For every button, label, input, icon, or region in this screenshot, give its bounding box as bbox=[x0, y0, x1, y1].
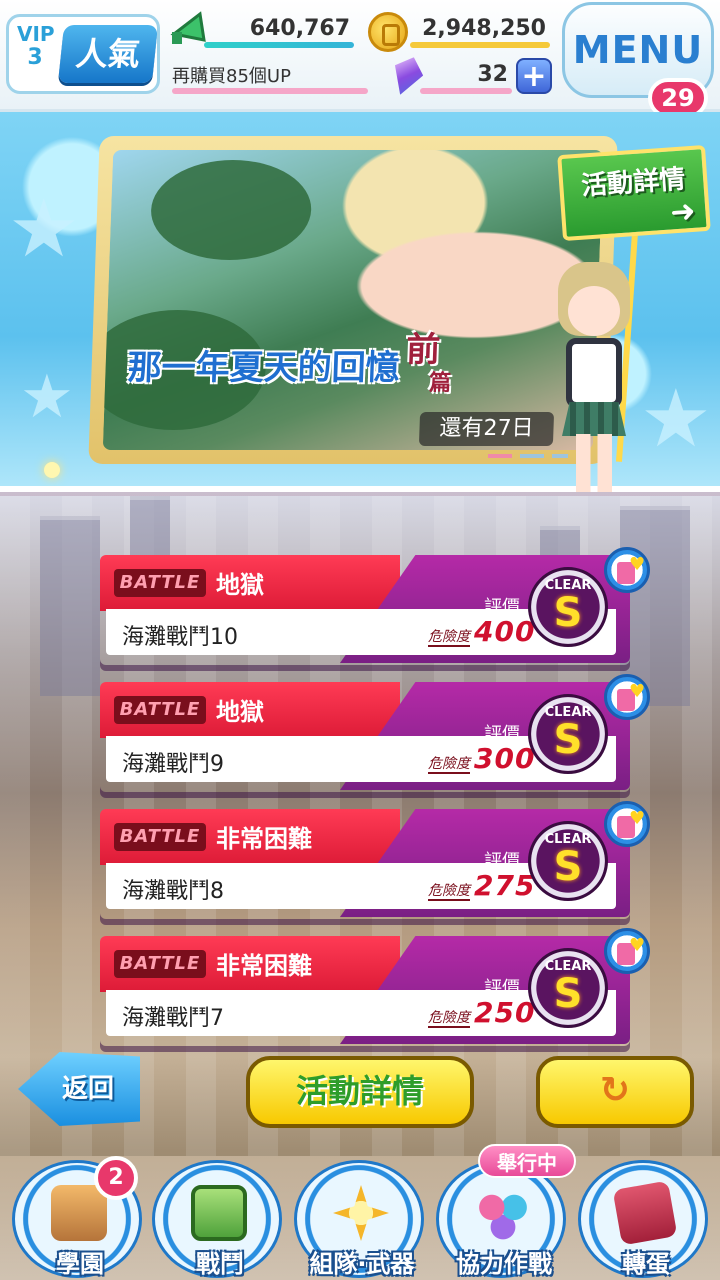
chibi-skirt bbox=[562, 402, 626, 436]
event-banner[interactable]: 那一年夏天的回憶 前 篇 還有27日 bbox=[88, 136, 618, 464]
purchase-note-text: 再購買85個UP bbox=[172, 66, 291, 87]
battle-difficulty: 地獄 bbox=[216, 571, 264, 599]
battle-icon bbox=[191, 1185, 247, 1241]
top-status-bar: VIP 3 人氣 640,767 2,948,250 再購買85個UP 32 +… bbox=[0, 0, 720, 118]
star-decoration: ★ bbox=[20, 362, 74, 432]
days-left-label: 還有27日 bbox=[418, 412, 555, 446]
reward-book-icon[interactable] bbox=[604, 547, 650, 593]
vip-level: 3 bbox=[27, 45, 43, 70]
coin-count: 2,948,250 bbox=[422, 16, 546, 41]
battle-tag: BATTLE bbox=[114, 569, 206, 597]
battle-tag: BATTLE bbox=[114, 950, 206, 978]
refresh-button[interactable]: ↻ bbox=[536, 1056, 694, 1128]
fans-count: 640,767 bbox=[249, 16, 350, 41]
danger-label: 危險度 bbox=[428, 756, 470, 774]
reward-book-icon[interactable] bbox=[604, 928, 650, 974]
clear-rank-badge: CLEAR S bbox=[528, 694, 608, 774]
nav-gacha-label: 轉蛋 bbox=[622, 1250, 670, 1278]
battle-tag: BATTLE bbox=[114, 696, 206, 724]
coop-icon bbox=[475, 1185, 531, 1241]
star-decoration: ★ bbox=[8, 182, 80, 275]
clear-grade: S bbox=[553, 590, 583, 636]
battle-name: 海灘戰鬥7 bbox=[122, 1006, 224, 1031]
danger-label: 危險度 bbox=[428, 629, 470, 647]
nav-coop-label: 協力作戰 bbox=[456, 1250, 552, 1278]
danger-value: 400 bbox=[474, 615, 536, 648]
star-decoration: ★ bbox=[640, 372, 712, 465]
nav-battle[interactable]: 戰鬥 bbox=[152, 1160, 282, 1278]
palm-tree-graphic bbox=[149, 160, 313, 260]
danger-level: 危險度 400 bbox=[428, 615, 535, 648]
add-gems-button[interactable]: + bbox=[516, 58, 552, 94]
danger-label: 危險度 bbox=[428, 883, 470, 901]
battle-difficulty: 地獄 bbox=[216, 698, 264, 726]
chibi-body bbox=[566, 338, 622, 408]
clear-rank-badge: CLEAR S bbox=[528, 948, 608, 1028]
reward-book-icon[interactable] bbox=[604, 674, 650, 720]
nav-team-weapon[interactable]: 組隊·武器 bbox=[294, 1160, 424, 1278]
fans-bar bbox=[204, 42, 354, 48]
fans-stat: 640,767 bbox=[186, 16, 354, 48]
popularity-button[interactable]: 人氣 bbox=[57, 25, 159, 83]
danger-level: 危險度 275 bbox=[428, 869, 535, 902]
team-weapon-icon bbox=[333, 1185, 389, 1241]
chibi-character bbox=[552, 262, 636, 494]
danger-value: 275 bbox=[474, 869, 536, 902]
danger-label: 危險度 bbox=[428, 1010, 470, 1028]
clear-rank-badge: CLEAR S bbox=[528, 821, 608, 901]
building-graphic bbox=[40, 516, 100, 696]
coin-bar bbox=[410, 42, 550, 48]
gacha-icon bbox=[612, 1180, 678, 1246]
academy-notification-badge: 2 bbox=[94, 1156, 138, 1200]
nav-battle-label: 戰鬥 bbox=[196, 1250, 244, 1278]
event-part-suffix: 篇 bbox=[428, 371, 452, 396]
purchase-bar bbox=[172, 88, 368, 94]
sparkle-icon bbox=[44, 462, 60, 478]
event-part: 前 篇 bbox=[405, 322, 454, 397]
reward-book-icon[interactable] bbox=[604, 801, 650, 847]
battle-stage-item[interactable]: BATTLE 非常困難 海灘戰鬥7 評價 危險度 250 CLEAR S bbox=[100, 928, 650, 1046]
clear-rank-badge: CLEAR S bbox=[528, 567, 608, 647]
event-title: 那一年夏天的回憶 bbox=[126, 348, 401, 388]
banner-page-indicator bbox=[488, 454, 568, 458]
nav-team-weapon-label: 組隊·武器 bbox=[309, 1250, 415, 1278]
danger-value: 250 bbox=[474, 996, 536, 1029]
battle-name: 海灘戰鬥10 bbox=[122, 625, 238, 650]
battle-difficulty: 非常困難 bbox=[216, 825, 312, 853]
clear-grade: S bbox=[553, 844, 583, 890]
danger-level: 危險度 300 bbox=[428, 742, 535, 775]
vip-panel[interactable]: VIP 3 人氣 bbox=[6, 14, 160, 94]
event-ongoing-tag: 舉行中 bbox=[478, 1144, 576, 1178]
battle-stage-item[interactable]: BATTLE 地獄 海灘戰鬥10 評價 危險度 400 CLEAR S bbox=[100, 547, 650, 665]
nav-academy-label: 學園 bbox=[56, 1250, 104, 1278]
battle-stage-item[interactable]: BATTLE 非常困難 海灘戰鬥8 評價 危險度 275 CLEAR S bbox=[100, 801, 650, 919]
event-detail-button[interactable]: 活動詳情 bbox=[246, 1056, 474, 1128]
chibi-face bbox=[568, 286, 620, 336]
clear-grade: S bbox=[553, 971, 583, 1017]
battle-name: 海灘戰鬥8 bbox=[122, 879, 224, 904]
battle-difficulty: 非常困難 bbox=[216, 952, 312, 980]
battle-tag: BATTLE bbox=[114, 823, 206, 851]
event-banner-image: 那一年夏天的回憶 前 篇 還有27日 bbox=[102, 150, 604, 450]
refresh-icon: ↻ bbox=[599, 1070, 631, 1111]
vip-label: VIP bbox=[17, 22, 55, 46]
academy-icon bbox=[51, 1185, 107, 1241]
chibi-legs bbox=[576, 434, 612, 492]
battle-name: 海灘戰鬥9 bbox=[122, 752, 224, 777]
battle-stage-item[interactable]: BATTLE 地獄 海灘戰鬥9 評價 危險度 300 CLEAR S bbox=[100, 674, 650, 792]
purchase-note: 再購買85個UP bbox=[172, 62, 368, 94]
gem-bar bbox=[420, 88, 512, 94]
danger-value: 300 bbox=[474, 742, 536, 775]
nav-gacha[interactable]: 轉蛋 bbox=[578, 1160, 708, 1278]
coin-stat: 2,948,250 bbox=[392, 16, 550, 48]
gem-count: 32 bbox=[477, 62, 508, 87]
gem-stat: 32 bbox=[420, 62, 512, 94]
danger-level: 危險度 250 bbox=[428, 996, 535, 1029]
clear-grade: S bbox=[553, 717, 583, 763]
event-part-main: 前 bbox=[405, 330, 441, 370]
event-detail-sign-button[interactable]: 活動詳情 ➜ bbox=[557, 144, 711, 242]
